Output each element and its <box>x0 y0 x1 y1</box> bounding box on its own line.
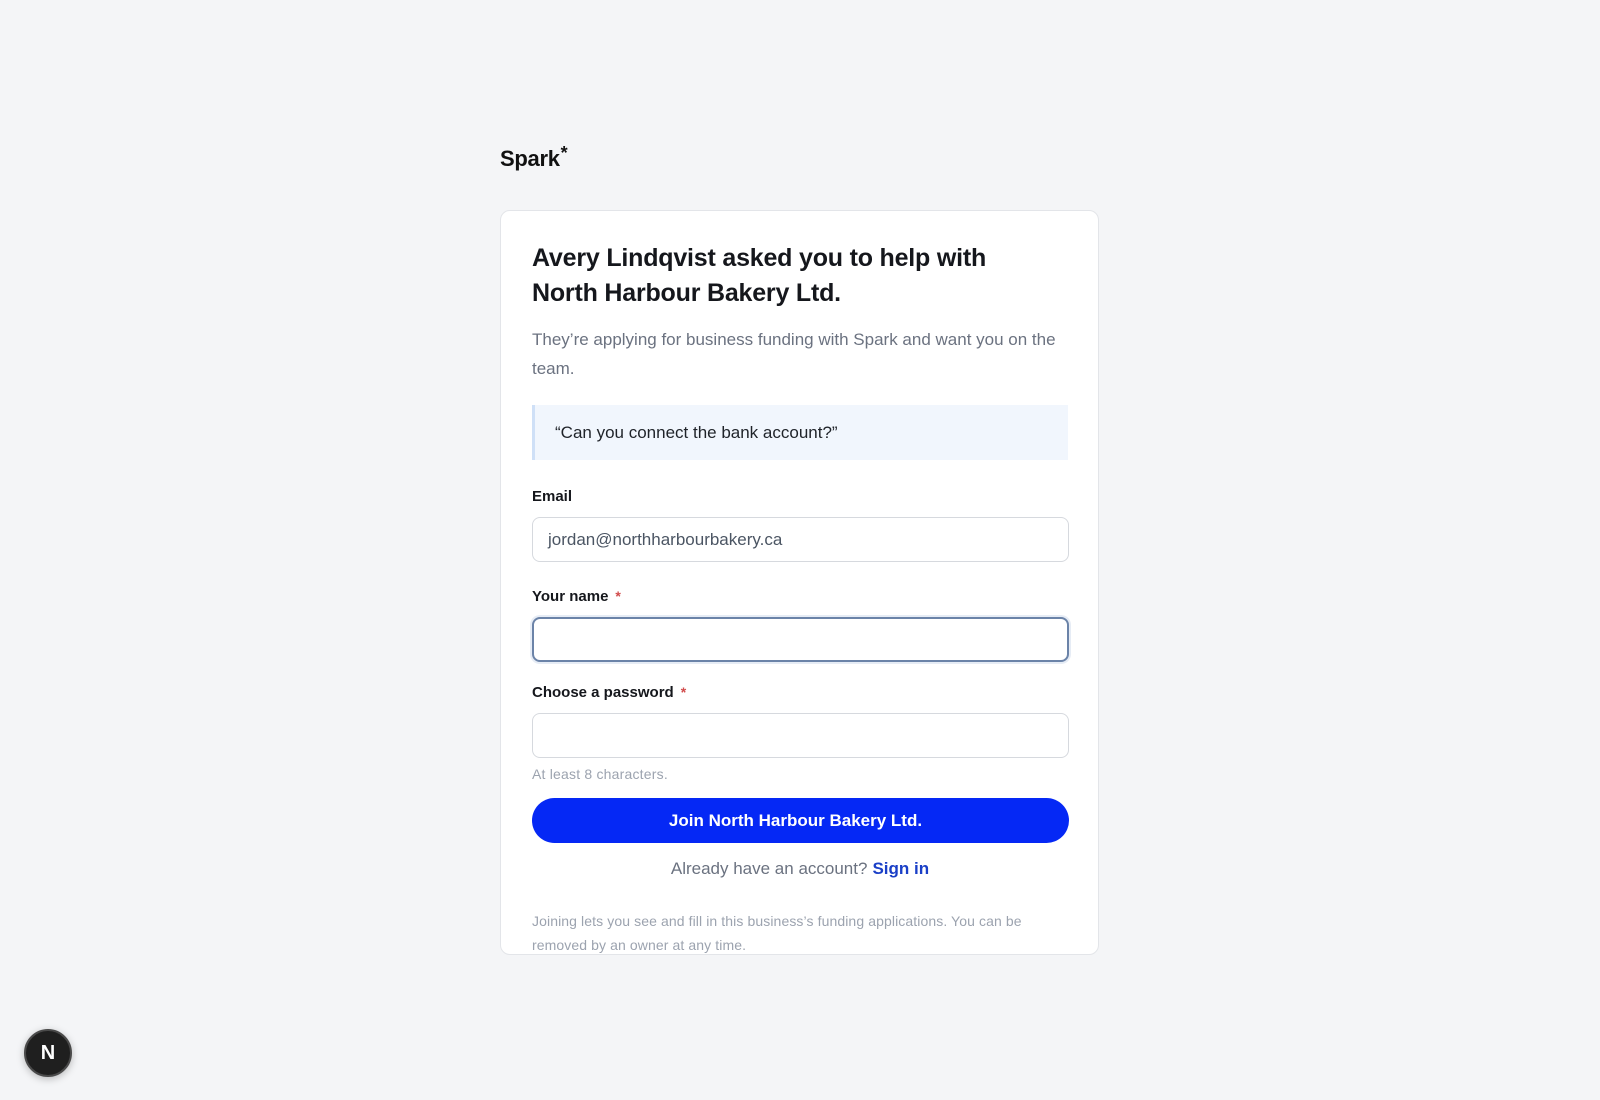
invite-quote: “Can you connect the bank account?” <box>532 405 1068 460</box>
password-label-text: Choose a password <box>532 683 674 701</box>
invite-subtext: They’re applying for business funding wi… <box>532 330 1056 378</box>
email-field[interactable]: jordan@northharbourbakery.ca <box>532 517 1069 562</box>
password-required-mark: * <box>680 684 687 700</box>
signin-prompt: Already have an account? <box>670 859 868 878</box>
nextjs-dev-badge[interactable]: N <box>24 1029 72 1077</box>
brand-logo: Spark* <box>500 143 568 172</box>
membership-footnote: Joining lets you see and fill in this bu… <box>532 913 1022 953</box>
brand-asterisk-icon: * <box>560 143 568 163</box>
page: Spark* Avery Lindqvist asked you to help… <box>0 0 1600 1100</box>
name-input[interactable] <box>532 617 1069 662</box>
password-hint: At least 8 characters. <box>532 766 668 782</box>
nextjs-icon: N <box>40 1041 56 1064</box>
email-field-value: jordan@northharbourbakery.ca <box>548 529 783 549</box>
brand-name: Spark <box>500 146 560 171</box>
name-required-mark: * <box>615 588 621 604</box>
invite-card: Avery Lindqvist asked you to help with N… <box>500 210 1099 955</box>
invite-headline: Avery Lindqvist asked you to help with N… <box>532 244 987 307</box>
password-label: Choose a password * <box>532 683 1068 701</box>
signin-row: Already have an account? Sign in <box>532 859 1068 879</box>
name-label-text: Your name <box>532 587 609 605</box>
email-label: Email <box>532 487 1068 505</box>
signin-link[interactable]: Sign in <box>872 859 929 878</box>
password-input[interactable] <box>532 713 1069 758</box>
name-label: Your name * <box>532 587 1068 605</box>
email-label-text: Email <box>532 487 573 505</box>
join-business-button[interactable]: Join North Harbour Bakery Ltd. <box>532 798 1069 843</box>
